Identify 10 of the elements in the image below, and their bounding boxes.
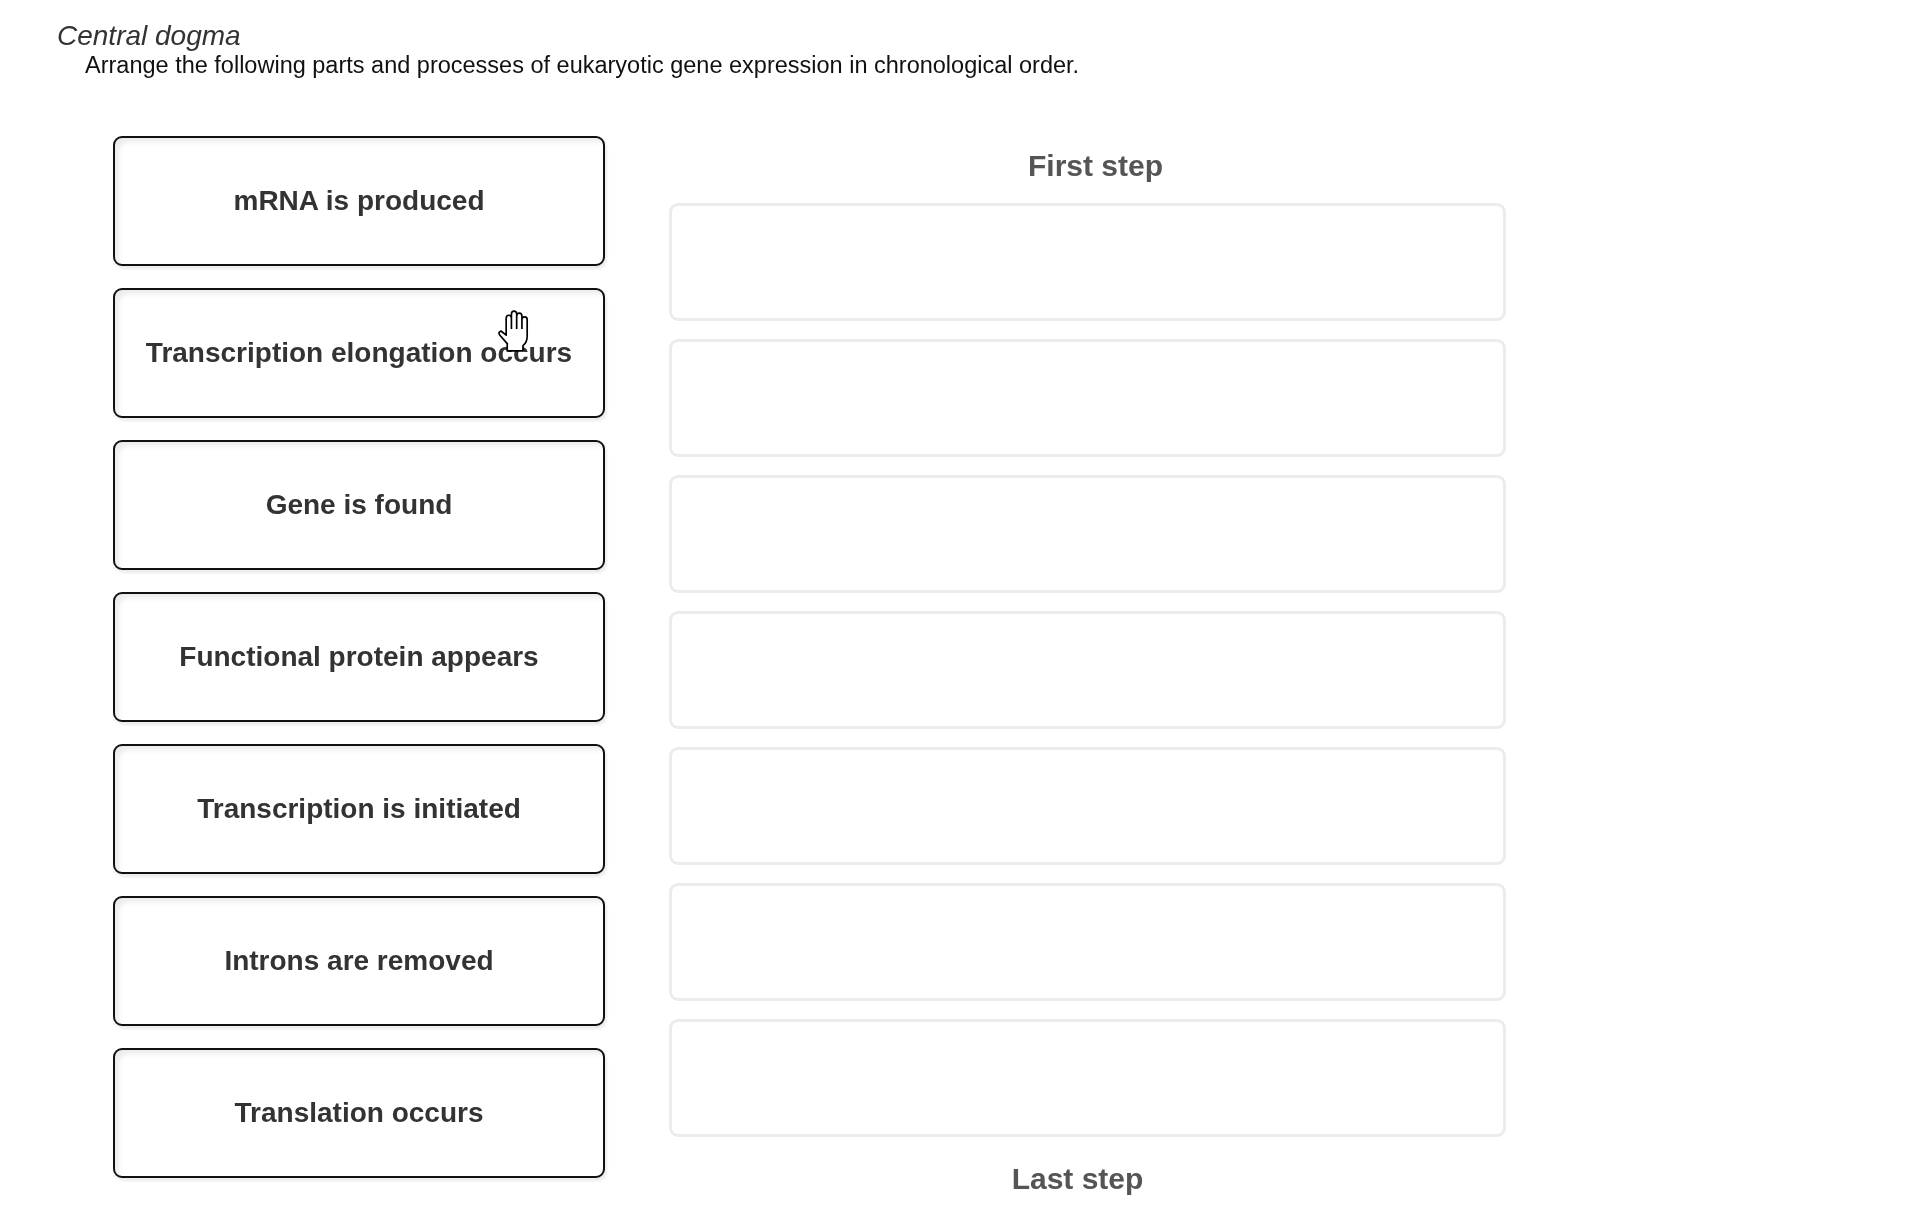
last-step-label: Last step bbox=[1011, 1161, 1144, 1197]
question-instruction: Arrange the following parts and processes of eukaryotic gene expression in chronological order. bbox=[85, 52, 1080, 78]
draggable-card[interactable]: Functional protein appears bbox=[113, 592, 605, 722]
draggable-card[interactable]: mRNA is produced bbox=[113, 136, 605, 266]
draggable-card[interactable]: Transcription is initiated bbox=[113, 744, 605, 874]
question-title: Central dogma bbox=[57, 21, 241, 51]
draggable-card[interactable]: Translation occurs bbox=[113, 1048, 605, 1178]
first-step-label: First step bbox=[1028, 148, 1163, 184]
draggable-card[interactable]: Gene is found bbox=[113, 440, 605, 570]
draggable-card[interactable]: Introns are removed bbox=[113, 896, 605, 1026]
